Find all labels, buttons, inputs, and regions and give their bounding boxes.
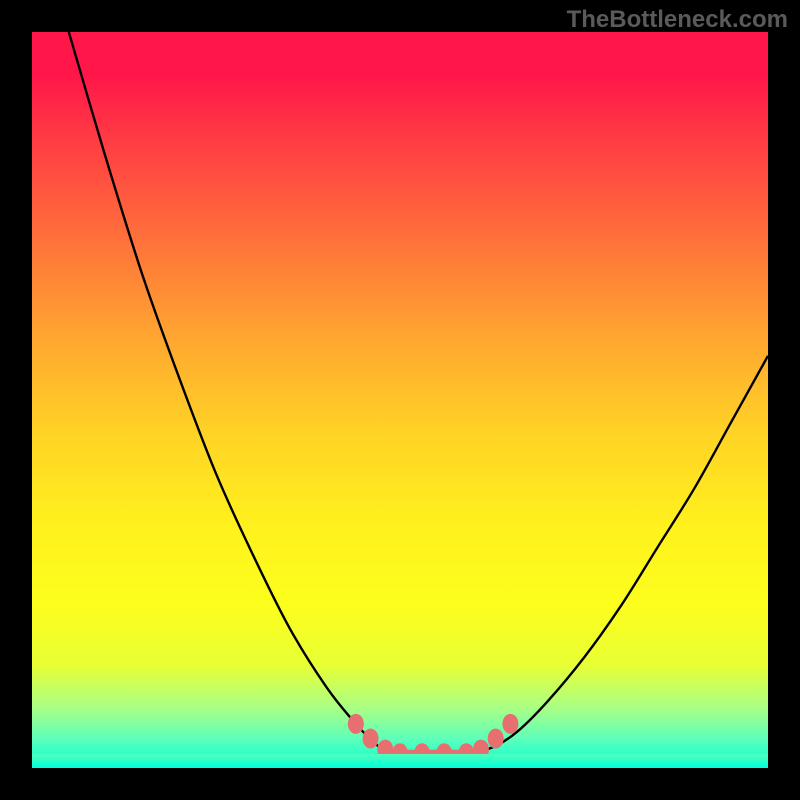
- curve-right-arm: [474, 356, 768, 753]
- watermark-text: TheBottleneck.com: [567, 6, 788, 34]
- marker-dot: [488, 729, 504, 749]
- marker-dot: [348, 714, 364, 734]
- marker-dot: [363, 729, 379, 749]
- chart-frame: TheBottleneck.com: [0, 0, 800, 800]
- chart-svg: [32, 32, 768, 768]
- curve-left-arm: [69, 32, 393, 753]
- marker-dot: [502, 714, 518, 734]
- green-baseline-strip: [32, 754, 768, 768]
- plot-area: [32, 32, 768, 768]
